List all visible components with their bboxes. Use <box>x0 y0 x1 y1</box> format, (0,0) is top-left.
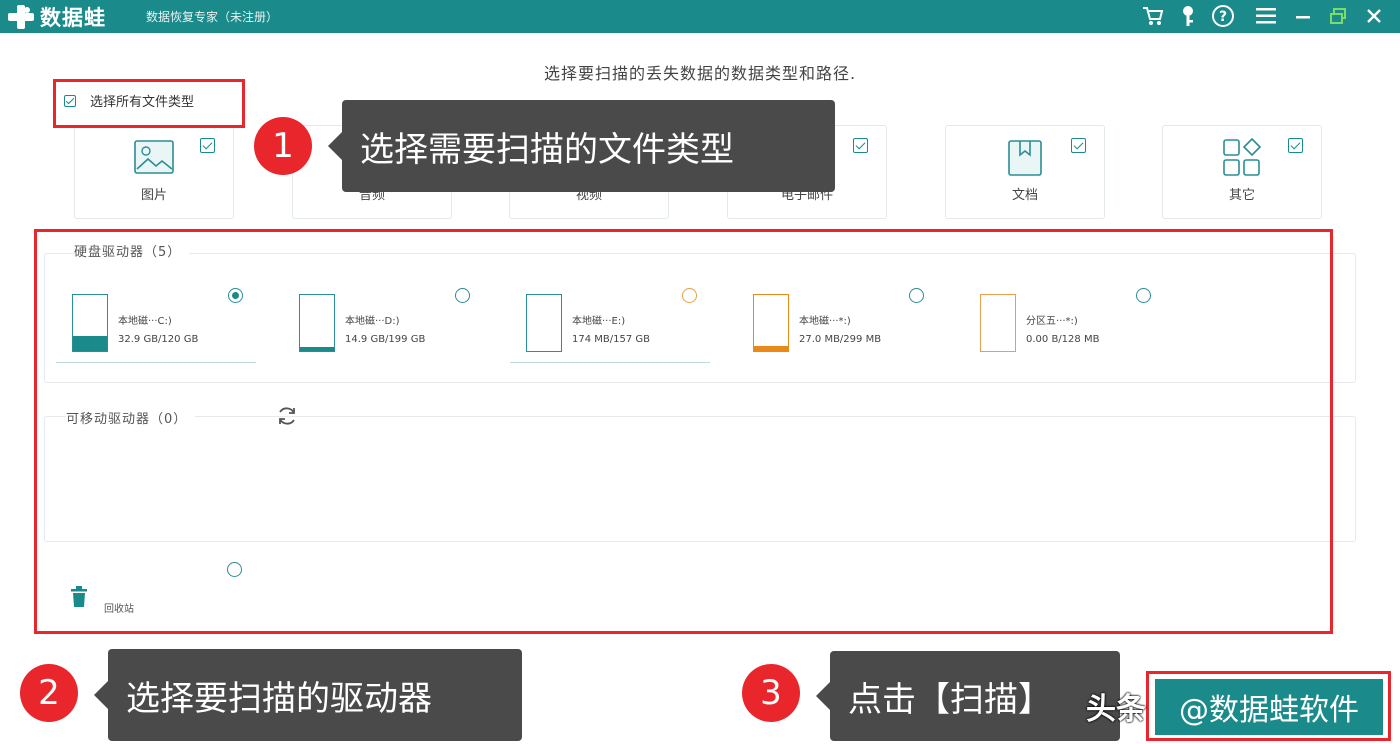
checkbox-icon[interactable] <box>1071 138 1086 153</box>
checkbox-icon[interactable] <box>853 138 868 153</box>
file-type-image[interactable]: 图片 <box>74 125 234 219</box>
step-badge-1: 1 <box>254 117 312 175</box>
minimize-icon[interactable] <box>1290 3 1316 29</box>
help-icon[interactable]: ? <box>1210 3 1236 29</box>
svg-text:?: ? <box>1219 9 1227 25</box>
menu-icon[interactable] <box>1253 3 1279 29</box>
step-badge-3: 3 <box>742 664 800 722</box>
file-type-label: 图片 <box>140 188 167 203</box>
app-window: 数据蛙 数据恢复专家（未注册） ? 选择要扫描的丢失数据的数据类型和路径. 选择… <box>0 0 1400 744</box>
file-type-document[interactable]: 文档 <box>945 125 1105 219</box>
app-subtitle: 数据恢复专家（未注册） <box>146 10 279 24</box>
highlight-frame-select-all <box>53 79 245 128</box>
file-type-label: 文档 <box>1011 188 1038 203</box>
title-bar: 数据蛙 数据恢复专家（未注册） ? <box>0 0 1400 33</box>
close-icon[interactable] <box>1361 3 1387 29</box>
file-type-label: 其它 <box>1228 188 1255 203</box>
app-name: 数据蛙 <box>40 5 106 30</box>
step-tooltip-1: 选择需要扫描的文件类型 <box>342 100 835 192</box>
highlight-frame-drives <box>34 229 1333 634</box>
scan-button[interactable]: @数据蛙软件 <box>1155 679 1383 735</box>
cart-icon[interactable] <box>1140 3 1166 29</box>
step-tooltip-2: 选择要扫描的驱动器 <box>108 649 522 741</box>
restore-icon[interactable] <box>1325 3 1351 29</box>
app-logo: 数据蛙 <box>6 2 106 31</box>
checkbox-icon[interactable] <box>1288 138 1303 153</box>
key-icon[interactable] <box>1175 3 1201 29</box>
others-icon <box>1223 138 1262 176</box>
file-type-others[interactable]: 其它 <box>1162 125 1322 219</box>
document-icon <box>1008 140 1042 176</box>
checkbox-icon[interactable] <box>200 138 215 153</box>
step-badge-2: 2 <box>20 664 78 722</box>
watermark-text: 头条 <box>1086 692 1146 727</box>
step-tooltip-3: 点击【扫描】 <box>830 651 1120 741</box>
image-icon <box>134 140 174 174</box>
frog-logo-icon <box>8 4 34 29</box>
